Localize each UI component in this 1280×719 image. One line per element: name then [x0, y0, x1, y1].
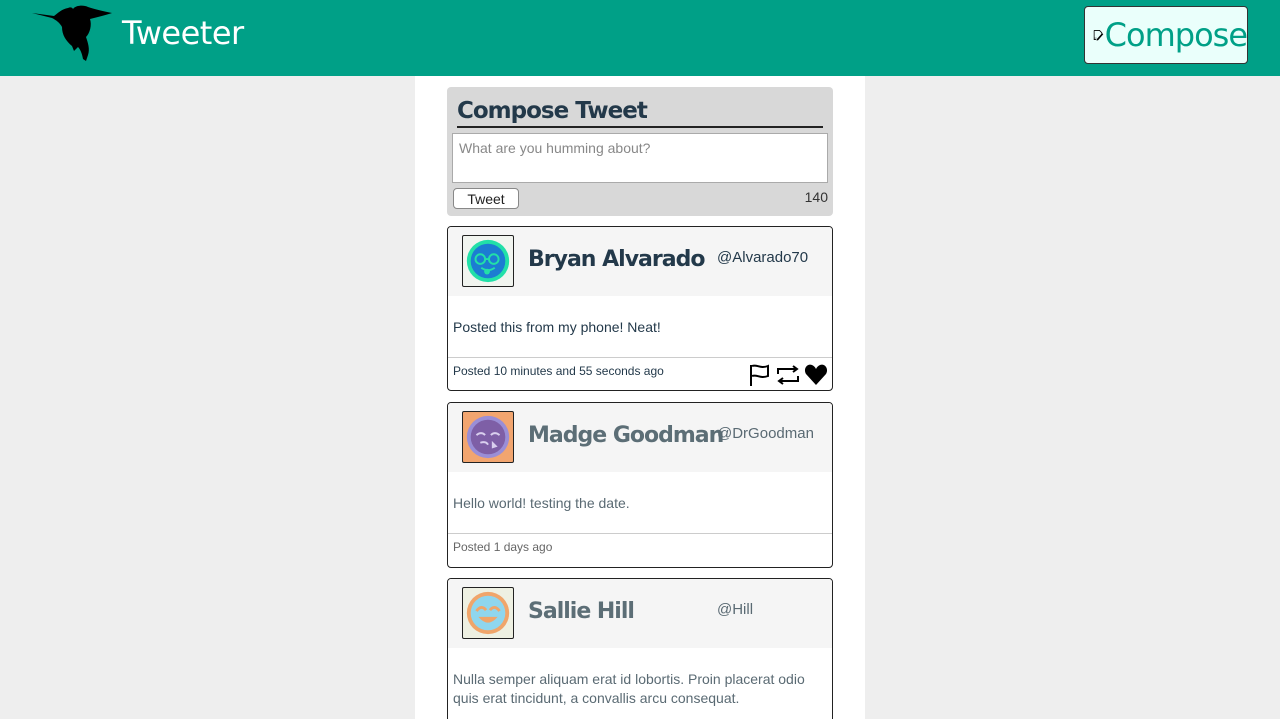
- author-name[interactable]: Sallie Hill: [528, 599, 635, 624]
- heart-icon[interactable]: [804, 363, 828, 387]
- retweet-icon[interactable]: [776, 363, 800, 387]
- top-nav-bar: Tweeter Compose: [0, 0, 1280, 76]
- flag-icon[interactable]: [748, 363, 772, 387]
- author-handle[interactable]: @Hill: [717, 601, 753, 618]
- tweet-header: Bryan Alvarado @Alvarado70: [448, 227, 832, 296]
- author-handle[interactable]: @Alvarado70: [717, 249, 808, 266]
- compose-edit-icon: [1093, 30, 1104, 41]
- posted-time: Posted 1 days ago: [453, 540, 553, 554]
- hummingbird-logo-icon[interactable]: [32, 5, 112, 63]
- tweet-card: Bryan Alvarado @Alvarado70 Posted this f…: [447, 226, 833, 391]
- feed-column: Compose Tweet Tweet 140 Bryan Alvarado @…: [415, 76, 865, 719]
- author-name[interactable]: Bryan Alvarado: [528, 247, 705, 272]
- app-title: Tweeter: [122, 14, 244, 52]
- laughing-face-avatar-icon[interactable]: [462, 587, 514, 639]
- tweet-card: Sallie Hill @Hill Nulla semper aliquam e…: [447, 578, 833, 719]
- tweet-footer: Posted 10 minutes and 55 seconds ago: [448, 358, 832, 390]
- compose-button[interactable]: Compose: [1084, 6, 1248, 64]
- tweet-submit-button[interactable]: Tweet: [453, 188, 519, 209]
- tweet-header: Madge Goodman @DrGoodman: [448, 403, 832, 472]
- tweet-footer: Posted 1 days ago: [448, 534, 832, 567]
- compose-button-label: Compose: [1104, 16, 1248, 54]
- author-handle[interactable]: @DrGoodman: [717, 425, 814, 442]
- tweet-header: Sallie Hill @Hill: [448, 579, 832, 648]
- nerd-face-avatar-icon[interactable]: [462, 235, 514, 287]
- compose-tweet-heading: Compose Tweet: [457, 97, 823, 128]
- tweet-text: Hello world! testing the date.: [448, 472, 832, 534]
- tweet-text: Posted this from my phone! Neat!: [448, 296, 832, 358]
- posted-time: Posted 10 minutes and 55 seconds ago: [453, 364, 664, 378]
- author-name[interactable]: Madge Goodman: [528, 423, 724, 448]
- compose-tweet-panel: Compose Tweet Tweet 140: [447, 87, 833, 216]
- sleepy-face-avatar-icon[interactable]: [462, 411, 514, 463]
- tweet-card: Madge Goodman @DrGoodman Hello world! te…: [447, 402, 833, 568]
- tweet-text: Nulla semper aliquam erat id lobortis. P…: [453, 671, 805, 706]
- tweet-actions: [748, 363, 828, 387]
- tweet-text-input[interactable]: [452, 133, 828, 183]
- character-counter: 140: [804, 189, 828, 205]
